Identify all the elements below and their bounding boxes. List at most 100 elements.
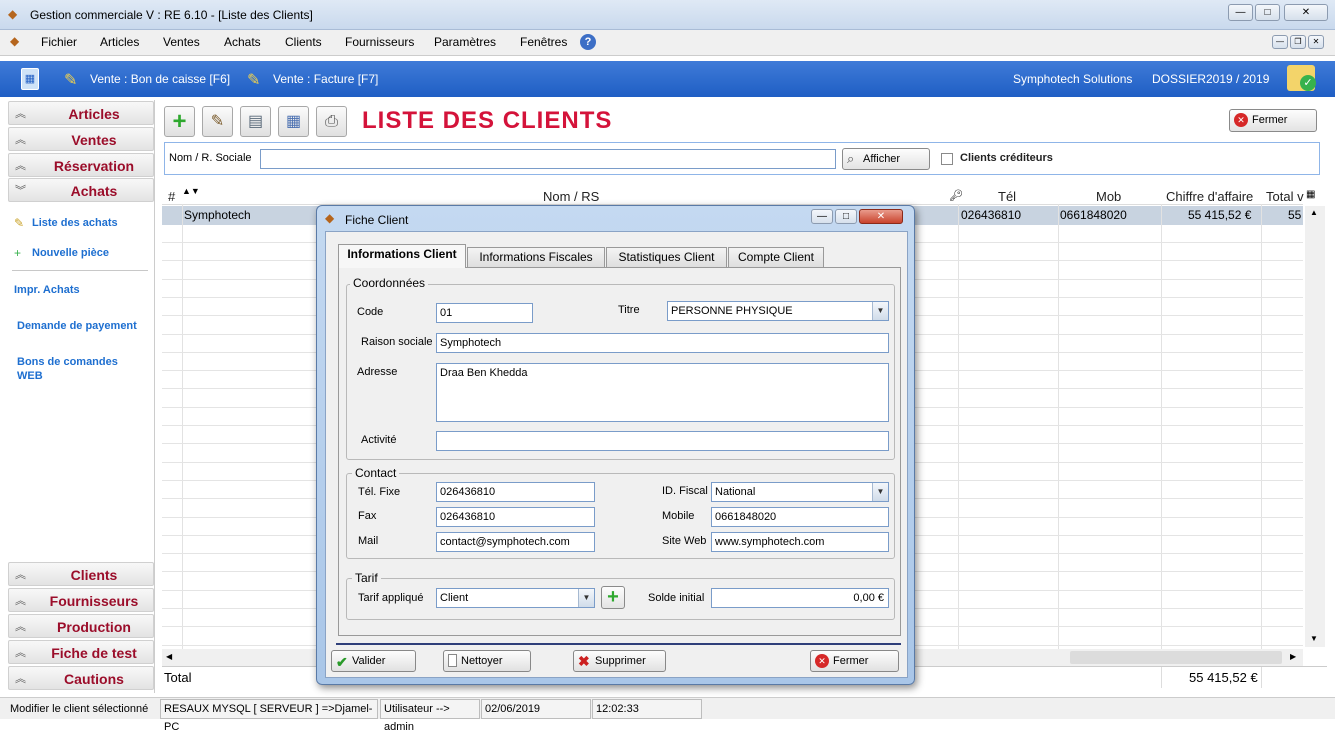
- calculator-icon[interactable]: ▦: [21, 68, 39, 90]
- dialog-minimize-button[interactable]: —: [811, 209, 833, 224]
- mdi-restore-button[interactable]: ❐: [1290, 35, 1306, 49]
- chevron-up-icon: ︽: [15, 673, 26, 685]
- raison-sociale-field[interactable]: Symphotech: [436, 333, 889, 353]
- columns-icon[interactable]: ▦: [1306, 189, 1315, 200]
- tab-statistiques-client[interactable]: Statistiques Client: [606, 247, 727, 267]
- close-button[interactable]: ✕: [1284, 4, 1328, 21]
- print-preview-icon[interactable]: ▤: [240, 106, 271, 137]
- app-menu-icon[interactable]: ◆: [10, 34, 19, 48]
- menu-achats[interactable]: Achats: [224, 35, 261, 49]
- coordonnees-legend: Coordonnées: [350, 276, 429, 290]
- nav-articles[interactable]: ︽ Articles: [8, 101, 154, 125]
- tab-informations-client[interactable]: Informations Client: [338, 244, 466, 268]
- tab-informations-fiscales[interactable]: Informations Fiscales: [467, 247, 605, 267]
- nav-achats[interactable]: ︾ Achats: [8, 178, 154, 202]
- nav-bons-commandes[interactable]: Bons de comandes: [17, 356, 118, 368]
- nav-ventes[interactable]: ︽ Ventes: [8, 127, 154, 151]
- mail-field[interactable]: contact@symphotech.com: [436, 532, 595, 552]
- nav-nouvelle-piece[interactable]: Nouvelle pièce: [32, 247, 109, 259]
- nav-impr-achats[interactable]: Impr. Achats: [14, 284, 80, 296]
- menu-fenetres[interactable]: Fenêtres: [520, 35, 567, 49]
- chevron-up-icon: ︽: [15, 595, 26, 607]
- minimize-button[interactable]: —: [1228, 4, 1253, 21]
- search-input[interactable]: [260, 149, 836, 169]
- fermer-button[interactable]: ✕ Fermer: [1229, 109, 1317, 132]
- col-chiffre-affaire[interactable]: Chiffre d'affaire: [1166, 189, 1253, 204]
- chevron-up-icon: ︽: [15, 160, 26, 172]
- dialog-body: Informations Client Informations Fiscale…: [325, 231, 908, 678]
- nav-fournisseurs[interactable]: ︽ Fournisseurs: [8, 588, 154, 612]
- total-ca: 55 415,52 €: [1189, 670, 1258, 685]
- col-mob[interactable]: Mob: [1096, 189, 1121, 204]
- solde-initial-field[interactable]: 0,00 €: [711, 588, 889, 608]
- company-name: Symphotech Solutions: [1013, 72, 1133, 86]
- nettoyer-button[interactable]: Nettoyer: [443, 650, 531, 672]
- dialog-maximize-button[interactable]: □: [835, 209, 857, 224]
- nav-reservation[interactable]: ︽ Réservation: [8, 153, 154, 177]
- col-total[interactable]: Total v: [1266, 189, 1306, 204]
- menu-clients[interactable]: Clients: [285, 35, 322, 49]
- add-icon[interactable]: +: [164, 106, 195, 137]
- nav-production[interactable]: ︽ Production: [8, 614, 154, 638]
- add-tarif-button[interactable]: +: [601, 586, 625, 609]
- mdi-close-button[interactable]: ✕: [1308, 35, 1324, 49]
- row-total: 55: [1288, 208, 1302, 222]
- scroll-up-icon[interactable]: ▲: [1310, 208, 1318, 217]
- mobile-field[interactable]: 0661848020: [711, 507, 889, 527]
- site-web-field[interactable]: www.symphotech.com: [711, 532, 889, 552]
- vente-bon-caisse-button[interactable]: Vente : Bon de caisse [F6]: [90, 72, 230, 86]
- valider-button[interactable]: ✔ Valider: [331, 650, 416, 672]
- close-icon: ✕: [815, 654, 829, 668]
- nav-bons-commandes-web[interactable]: WEB: [17, 370, 43, 382]
- status-user: Utilisateur --> admin: [380, 699, 480, 733]
- col-nom[interactable]: Nom / RS: [543, 189, 599, 204]
- menu-articles[interactable]: Articles: [100, 35, 139, 49]
- mdi-minimize-button[interactable]: —: [1272, 35, 1288, 49]
- clients-crediteurs-checkbox[interactable]: [941, 153, 953, 165]
- tarif-applique-select[interactable]: Client ▼: [436, 588, 595, 608]
- nav-fiche-de-test[interactable]: ︽ Fiche de test: [8, 640, 154, 664]
- col-tel[interactable]: Tél: [998, 189, 1016, 204]
- vertical-scrollbar[interactable]: ▲ ▼: [1305, 206, 1325, 647]
- row-nom: Symphotech: [184, 208, 251, 222]
- scroll-left-icon[interactable]: ◀: [166, 652, 172, 661]
- activite-field[interactable]: [436, 431, 889, 451]
- menu-ventes[interactable]: Ventes: [163, 35, 200, 49]
- vente-facture-button[interactable]: Vente : Facture [F7]: [273, 72, 378, 86]
- maximize-button[interactable]: □: [1255, 4, 1280, 21]
- scroll-thumb[interactable]: [1070, 651, 1282, 664]
- chevron-up-icon: ︽: [15, 647, 26, 659]
- scroll-down-icon[interactable]: ▼: [1310, 634, 1318, 643]
- printer-icon[interactable]: ⎙: [316, 106, 347, 137]
- dialog-fermer-button[interactable]: ✕ Fermer: [810, 650, 899, 672]
- col-num[interactable]: #: [168, 189, 175, 204]
- dialog-close-button[interactable]: ✕: [859, 209, 903, 224]
- tel-fixe-field[interactable]: 026436810: [436, 482, 595, 502]
- titre-select[interactable]: PERSONNE PHYSIQUE ▼: [667, 301, 889, 321]
- scroll-right-icon[interactable]: ▶: [1290, 652, 1296, 661]
- code-field[interactable]: 01: [436, 303, 533, 323]
- edit-icon[interactable]: ✎: [202, 106, 233, 137]
- menu-fournisseurs[interactable]: Fournisseurs: [345, 35, 414, 49]
- nav-cautions[interactable]: ︽ Cautions: [8, 666, 154, 690]
- quick-toolbar: ▦ ✎ Vente : Bon de caisse [F6] ✎ Vente :…: [0, 61, 1335, 97]
- calculator-icon[interactable]: ▦: [278, 106, 309, 137]
- adresse-label: Adresse: [357, 366, 398, 378]
- supprimer-button[interactable]: ✖ Supprimer: [573, 650, 666, 672]
- site-web-label: Site Web: [662, 535, 707, 547]
- tab-compte-client[interactable]: Compte Client: [728, 247, 824, 267]
- nav-liste-achats[interactable]: Liste des achats: [32, 217, 118, 229]
- help-icon[interactable]: ?: [580, 34, 596, 50]
- nav-clients[interactable]: ︽ Clients: [8, 562, 154, 586]
- fax-field[interactable]: 026436810: [436, 507, 595, 527]
- chevron-down-icon: ︾: [15, 185, 26, 197]
- id-fiscal-select[interactable]: National ▼: [711, 482, 889, 502]
- titre-label: Titre: [618, 304, 640, 316]
- menu-parametres[interactable]: Paramètres: [434, 35, 496, 49]
- status-hint: Modifier le client sélectionné: [10, 703, 149, 715]
- afficher-button[interactable]: ⌕ Afficher: [842, 148, 930, 170]
- menu-fichier[interactable]: Fichier: [41, 35, 77, 49]
- nav-demande-payement[interactable]: Demande de payement: [17, 320, 137, 332]
- list-icon: ✎: [14, 216, 25, 230]
- adresse-field[interactable]: Draa Ben Khedda: [436, 363, 889, 422]
